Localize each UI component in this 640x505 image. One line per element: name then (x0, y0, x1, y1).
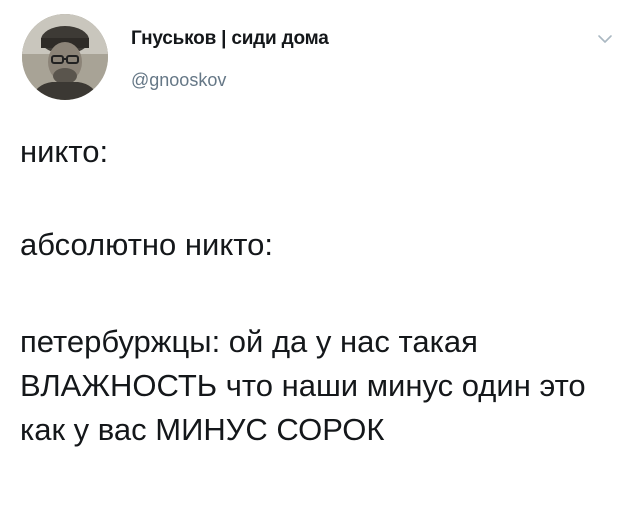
tweet-card: Гнуськов | сиди дома @gnooskov никто: аб… (0, 0, 640, 505)
tweet-line: никто: (20, 134, 109, 169)
avatar-photo-icon (22, 14, 108, 100)
chevron-down-icon[interactable] (596, 32, 614, 46)
username[interactable]: @gnooskov (131, 70, 226, 91)
tweet-line: абсолютно никто: (20, 227, 273, 262)
display-name[interactable]: Гнуськов | сиди дома (131, 28, 329, 50)
tweet-line: петербуржцы: ой да у нас такая ВЛАЖНОСТЬ… (20, 324, 586, 447)
avatar[interactable] (22, 14, 108, 100)
